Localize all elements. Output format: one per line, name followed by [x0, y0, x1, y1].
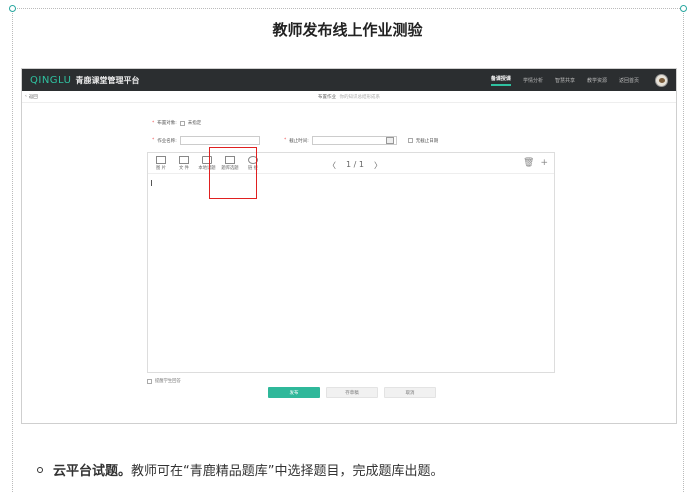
- page-title-text: 布置作业: [318, 95, 337, 100]
- text-cursor: [151, 180, 152, 186]
- plus-icon[interactable]: +: [540, 158, 548, 168]
- name-input[interactable]: [179, 136, 260, 145]
- app-topbar: QINGLU 青鹿课堂管理平台 备课授课 学情分析 智慧共享 教学资源 返回首页: [22, 69, 676, 91]
- bullet-text: 教师可在“青鹿精品题库”中选择题目，完成题库出题。: [131, 464, 444, 479]
- save-draft-button[interactable]: 存草稿: [326, 387, 378, 398]
- folder-icon: [179, 156, 189, 164]
- publish-button[interactable]: 发布: [268, 387, 320, 398]
- deadline-label: 截止时间:: [289, 138, 309, 144]
- sub-header: ‹ 返回 布置作业 你的知识总结形成系: [22, 91, 676, 103]
- tool-file[interactable]: 文 件: [175, 156, 193, 171]
- nav-item-share[interactable]: 智慧共享: [555, 77, 575, 84]
- assign-row: * 布置对象: 未指定: [152, 120, 201, 126]
- main-nav: 备课授课 学情分析 智慧共享 教学资源 返回首页: [490, 73, 668, 87]
- page-title: 布置作业 你的知识总结形成系: [22, 94, 676, 100]
- editor-actions: 🗑 +: [523, 158, 548, 168]
- platform-name: 青鹿课堂管理平台: [75, 75, 140, 85]
- cancel-button[interactable]: 取消: [384, 387, 436, 398]
- deadline-input[interactable]: [311, 136, 397, 145]
- page-indicator: 1 / 1: [346, 160, 364, 169]
- app-screenshot: QINGLU 青鹿课堂管理平台 备课授课 学情分析 智慧共享 教学资源 返回首页…: [21, 68, 677, 424]
- calendar-icon[interactable]: [385, 137, 394, 144]
- no-deadline-checkbox[interactable]: [407, 138, 413, 143]
- doc-title: 教师发布线上作业测验: [272, 21, 423, 39]
- app-logo: QINGLU: [30, 74, 72, 86]
- trash-icon[interactable]: 🗑: [523, 158, 534, 168]
- nav-item-resources[interactable]: 教学资源: [587, 77, 607, 84]
- tool-image[interactable]: 图 片: [152, 156, 170, 171]
- name-label: 作业名称:: [157, 138, 177, 144]
- bullet-item: 云平台试题。 教师可在“青鹿精品题库”中选择题目，完成题库出题。: [37, 460, 444, 479]
- prev-page-button[interactable]: 〈: [328, 160, 336, 171]
- nav-item-analysis[interactable]: 学情分析: [523, 77, 543, 84]
- corner-dot-left: [9, 5, 16, 12]
- assign-label: 布置对象:: [157, 121, 177, 126]
- pager: 〈 1 / 1 〉: [328, 160, 382, 171]
- corner-dot-right: [680, 5, 687, 12]
- required-mark: *: [152, 138, 155, 143]
- bullet-bold: 云平台试题。: [53, 464, 132, 479]
- page-hint: 你的知识总结形成系: [339, 95, 380, 100]
- tool-file-label: 文 件: [179, 166, 189, 171]
- assign-checkbox[interactable]: [179, 120, 185, 126]
- tool-image-label: 图 片: [156, 166, 166, 171]
- no-deadline-label: 无截止日期: [415, 138, 439, 144]
- notify-row: 提醒学生回答: [147, 378, 181, 384]
- name-row: * 作业名称:: [152, 136, 260, 145]
- required-mark: *: [152, 120, 155, 126]
- assign-option: 未指定: [187, 121, 202, 126]
- highlight-box: [209, 147, 257, 199]
- deadline-row: * 截止时间: 无截止日期: [284, 136, 438, 145]
- required-mark: *: [284, 138, 287, 143]
- next-page-button[interactable]: 〉: [374, 160, 382, 171]
- avatar[interactable]: [655, 73, 668, 87]
- notify-checkbox[interactable]: [147, 378, 152, 384]
- nav-item-prepare[interactable]: 备课授课: [490, 75, 511, 86]
- bullet-icon: [37, 466, 43, 473]
- notify-label: 提醒学生回答: [155, 379, 181, 384]
- image-icon: [156, 156, 166, 164]
- nav-item-home[interactable]: 返回首页: [619, 77, 639, 84]
